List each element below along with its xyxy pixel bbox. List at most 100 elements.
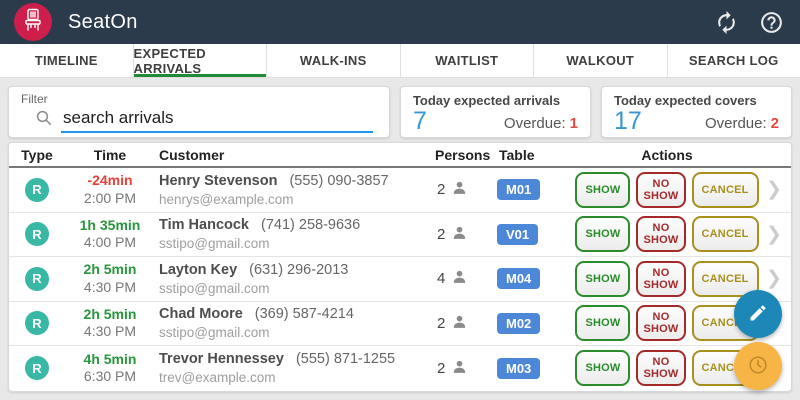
chevron-right-icon[interactable]: ❯ [757, 178, 791, 201]
arrivals-table: Type Time Customer Persons Table Actions… [8, 142, 792, 392]
no-show-button[interactable]: NO SHOW [636, 305, 685, 341]
arrival-time: 4:30 PM [65, 323, 155, 341]
arrival-time: 2:00 PM [65, 190, 155, 208]
time-until-arrival: 2h 5min [65, 261, 155, 279]
tab-walk-ins[interactable]: WALK-INS [267, 44, 401, 77]
show-button[interactable]: SHOW [575, 350, 630, 386]
tab-walkout[interactable]: WALKOUT [534, 44, 668, 77]
overdue-count: 2 [771, 115, 779, 132]
filter-label: Filter [21, 92, 377, 106]
customer-email: sstipo@gmail.com [159, 281, 429, 298]
search-arrivals-input[interactable] [61, 108, 373, 133]
persons-count: 2 [437, 315, 445, 332]
customer-name: Layton Key [159, 262, 237, 278]
no-show-button[interactable]: NO SHOW [636, 172, 685, 208]
person-icon [451, 179, 468, 200]
app-logo [14, 3, 52, 41]
customer-phone: (369) 587-4214 [255, 306, 354, 322]
reservation-type-badge: R [25, 178, 49, 202]
no-show-button[interactable]: NO SHOW [636, 216, 685, 252]
col-persons: Persons [429, 147, 493, 163]
reservation-type-badge: R [25, 356, 49, 380]
customer-name: Trevor Hennessey [159, 351, 284, 367]
cancel-button[interactable]: CANCEL [692, 216, 759, 252]
customer-name: Henry Stevenson [159, 173, 277, 189]
customer-phone: (631) 296-2013 [249, 262, 348, 278]
table-badge: M02 [497, 313, 540, 334]
table-row[interactable]: R -24min 2:00 PM Henry Stevenson (555) 09… [9, 168, 791, 213]
no-show-button[interactable]: NO SHOW [636, 261, 685, 297]
stat-expected-arrivals: Today expected arrivals 7 Overdue:1 [400, 86, 591, 138]
chevron-right-icon[interactable]: ❯ [757, 223, 791, 246]
time-until-arrival: 4h 5min [65, 351, 155, 369]
arrival-time: 4:00 PM [65, 234, 155, 252]
tab-search-log[interactable]: SEARCH LOG [668, 44, 800, 77]
col-time: Time [65, 147, 155, 163]
table-badge: M04 [497, 268, 540, 289]
filter-panel: Filter [8, 86, 390, 138]
stat-title: Today expected covers [614, 93, 779, 108]
stat-title: Today expected arrivals [413, 93, 578, 108]
table-header: Type Time Customer Persons Table Actions [9, 143, 791, 168]
clock-icon [747, 354, 769, 379]
reservation-type-badge: R [25, 267, 49, 291]
cancel-button[interactable]: CANCEL [692, 172, 759, 208]
help-icon[interactable] [759, 10, 784, 35]
tab-timeline[interactable]: TIMELINE [0, 44, 134, 77]
persons-count: 2 [437, 360, 445, 377]
reservation-type-badge: R [25, 311, 49, 335]
customer-name: Tim Hancock [159, 217, 249, 233]
pencil-icon [748, 303, 768, 326]
table-row[interactable]: R 1h 35min 4:00 PM Tim Hancock(741) 258-… [9, 213, 791, 258]
table-row[interactable]: R 2h 5min 4:30 PM Layton Key (631) 296-20… [9, 257, 791, 302]
persons-count: 2 [437, 226, 445, 243]
person-icon [451, 313, 468, 334]
arrival-time: 4:30 PM [65, 279, 155, 297]
chair-icon [20, 7, 46, 38]
show-button[interactable]: SHOW [575, 261, 630, 297]
tab-bar: TIMELINE EXPECTED ARRIVALS WALK-INS WAIT… [0, 44, 800, 78]
customer-email: sstipo@gmail.com [159, 236, 429, 253]
customer-name: Chad Moore [159, 306, 243, 322]
stat-overdue: Overdue:1 [504, 115, 578, 134]
search-icon [35, 109, 61, 132]
time-until-arrival: -24min [65, 172, 155, 190]
stat-expected-covers: Today expected covers 17 Overdue:2 [601, 86, 792, 138]
sync-icon[interactable] [714, 10, 739, 35]
persons-count: 2 [437, 181, 445, 198]
col-table: Table [493, 147, 577, 163]
add-reservation-fab[interactable] [734, 290, 782, 338]
person-icon [451, 224, 468, 245]
customer-email: trev@example.com [159, 370, 429, 387]
table-badge: M01 [497, 179, 540, 200]
time-until-arrival: 2h 5min [65, 306, 155, 324]
col-type: Type [9, 147, 65, 163]
waitlist-timer-fab[interactable] [734, 342, 782, 390]
customer-phone: (741) 258-9636 [261, 217, 360, 233]
customer-email: sstipo@gmail.com [159, 325, 429, 342]
col-customer: Customer [155, 147, 429, 163]
show-button[interactable]: SHOW [575, 172, 630, 208]
chevron-right-icon[interactable]: ❯ [757, 267, 791, 290]
persons-count: 4 [437, 270, 445, 287]
customer-phone: (555) 090-3857 [289, 173, 388, 189]
show-button[interactable]: SHOW [575, 216, 630, 252]
arrival-time: 6:30 PM [65, 368, 155, 386]
table-row[interactable]: R 2h 5min 4:30 PM Chad Moore (369) 587-42… [9, 302, 791, 347]
table-row[interactable]: R 4h 5min 6:30 PM Trevor Hennessey (555) … [9, 346, 791, 391]
tab-waitlist[interactable]: WAITLIST [401, 44, 535, 77]
stat-overdue: Overdue:2 [705, 115, 779, 134]
tab-expected-arrivals[interactable]: EXPECTED ARRIVALS [134, 44, 268, 77]
person-icon [451, 358, 468, 379]
no-show-button[interactable]: NO SHOW [636, 350, 685, 386]
col-actions: Actions [577, 147, 757, 163]
person-icon [451, 268, 468, 289]
table-badge: M03 [497, 358, 540, 379]
customer-email: henrys@example.com [159, 192, 429, 209]
show-button[interactable]: SHOW [575, 305, 630, 341]
app-title: SeatOn [68, 11, 138, 34]
stat-value: 7 [413, 109, 427, 134]
customer-phone: (555) 871-1255 [296, 351, 395, 367]
reservation-type-badge: R [25, 222, 49, 246]
app-header: SeatOn [0, 0, 800, 44]
